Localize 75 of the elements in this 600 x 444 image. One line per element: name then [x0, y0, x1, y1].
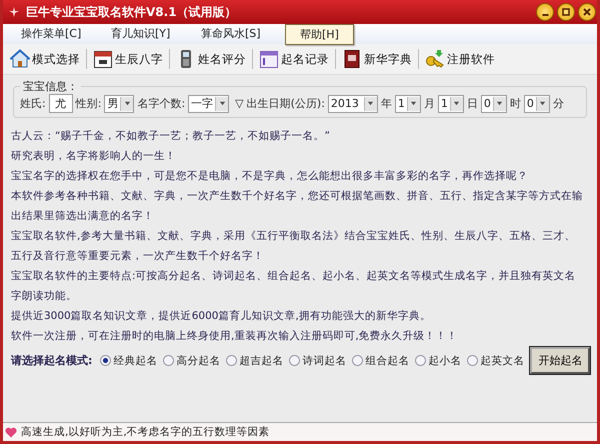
date-dropdown[interactable]: 1 — [438, 94, 464, 112]
mode-radio[interactable]: 经典起名 — [100, 354, 158, 368]
radio-button[interactable] — [415, 355, 426, 366]
mode-radio[interactable]: 高分起名 — [163, 354, 220, 368]
surname-field[interactable]: 尤 — [48, 94, 73, 113]
name-count-dropdown[interactable]: 一字 — [188, 94, 230, 112]
intro-paragraph: 宝宝取名软件,参考大量书籍、文献、字典，采用《五行平衡取名法》结合宝宝姓氏、性别、生辰八字、五格、三才、五行及音行意等重要元素，一次产生数千个好名字！ — [11, 229, 576, 264]
close-button[interactable] — [578, 3, 596, 21]
window-title: 巨牛专业宝宝取名软件V8.1（试用版） — [26, 4, 237, 20]
toolbar-button[interactable]: 姓名评分 — [173, 47, 249, 71]
caret-icon — [453, 100, 460, 107]
surname-label: 姓氏: — [20, 96, 46, 111]
intro-paragraph: 宝宝取名软件的主要特点:可按高分起名、诗词起名、组合起名、起小名、起英文名等模式生成名字，并且独有英文名字朗读功能。 — [11, 269, 577, 304]
gender-dropdown[interactable]: 男 — [104, 94, 134, 112]
mode-radio[interactable]: 起英文名 — [467, 354, 524, 368]
name-count-label: 名字个数: — [137, 96, 186, 111]
mode-radio[interactable]: 诗词起名 — [289, 354, 346, 368]
caret-icon — [367, 100, 374, 107]
radio-button[interactable] — [352, 355, 364, 366]
close-icon — [582, 7, 592, 17]
start-naming-button[interactable]: 开始起名 — [530, 347, 590, 374]
minimize-icon — [542, 14, 548, 16]
radio-button[interactable] — [226, 355, 238, 366]
maximize-icon — [561, 7, 571, 17]
key-icon — [425, 49, 445, 69]
date-unit-label: 分 — [552, 96, 564, 111]
menu-item[interactable]: 算命风水[S] — [195, 26, 285, 44]
house-icon — [10, 49, 30, 69]
intro-paragraph: 宝宝名字的选择权在您手中，可是您不是电脑，不是字典，怎么能想出很多丰富多彩的名字，再作选择呢？ — [11, 169, 529, 184]
toolbar-button[interactable]: 新华字典 — [339, 47, 415, 71]
date-unit-label: 日 — [466, 96, 478, 111]
calendar-icon — [93, 49, 113, 69]
mode-label: 请选择起名模式: — [11, 353, 92, 368]
app-icon — [8, 6, 20, 18]
menu-item[interactable]: 育儿知识[Y] — [105, 26, 195, 44]
date-unit-label: 年 — [380, 96, 392, 111]
toolbar-button[interactable]: 模式选择 — [7, 47, 83, 71]
maximize-button[interactable] — [557, 3, 575, 21]
date-dropdown[interactable]: 2013 — [328, 94, 378, 112]
caret-icon — [410, 100, 418, 107]
radio-button[interactable] — [289, 355, 300, 366]
heart-icon — [5, 426, 17, 438]
minimize-button[interactable] — [536, 3, 554, 21]
mode-radio[interactable]: 起小名 — [415, 354, 462, 368]
planner-icon — [259, 49, 279, 69]
toolbar-button[interactable]: 注册软件 — [422, 47, 498, 71]
date-dropdown[interactable]: 1 — [394, 94, 421, 112]
caret-icon — [124, 100, 131, 107]
intro-paragraph: 软件一次注册，可在注册时的电脑上终身使用,重装再次输入注册码即可,免费永久升级！！！ — [11, 329, 459, 344]
intro-paragraph: 本软件参考各种书籍、文献、字典，一次产生数千个好名字，您还可根据笔画数、拼音、五行、指定含某字等方式在输出结果里筛选出满意的名字！ — [11, 189, 584, 224]
date-unit-label: 时 — [510, 96, 521, 111]
intro-paragraph: 古人云：“赐子千金，不如教子一艺；教子一艺，不如赐子一名。” — [11, 129, 331, 144]
caret-icon — [539, 100, 546, 107]
date-unit-label: 月 — [424, 96, 435, 111]
triangle-mark: ▽ — [235, 97, 244, 110]
toolbar-button[interactable]: 起名记录 — [256, 47, 332, 71]
radio-button[interactable] — [100, 355, 112, 366]
radio-button[interactable] — [163, 355, 174, 366]
birth-date-label: 出生日期(公历): — [246, 96, 325, 111]
radio-button[interactable] — [467, 355, 478, 366]
gender-label: 性别: — [76, 96, 102, 111]
mode-radio[interactable]: 组合起名 — [352, 354, 410, 368]
caret-icon — [496, 100, 504, 107]
date-dropdown[interactable]: 0 — [480, 94, 507, 112]
status-text: 高速生成,以好听为主,不考虑名字的五行数理等因素 — [21, 425, 270, 439]
book-icon — [342, 49, 362, 69]
date-dropdown[interactable]: 0 — [524, 94, 550, 112]
intro-paragraph: 提供近3000篇取名知识文章，提供近6000篇育儿知识文章,拥有功能强大的新华字典。 — [11, 309, 432, 324]
menu-item[interactable]: 操作菜单[C] — [15, 26, 105, 44]
menu-item[interactable]: 帮助[H] — [285, 24, 354, 45]
toolbar-button[interactable]: 生辰八字 — [90, 47, 166, 71]
mode-radio[interactable]: 超吉起名 — [226, 354, 284, 368]
caret-icon — [218, 100, 226, 107]
intro-paragraph: 研究表明，名字将影响人的一生！ — [11, 149, 177, 164]
group-title: 宝宝信息： — [22, 79, 79, 94]
